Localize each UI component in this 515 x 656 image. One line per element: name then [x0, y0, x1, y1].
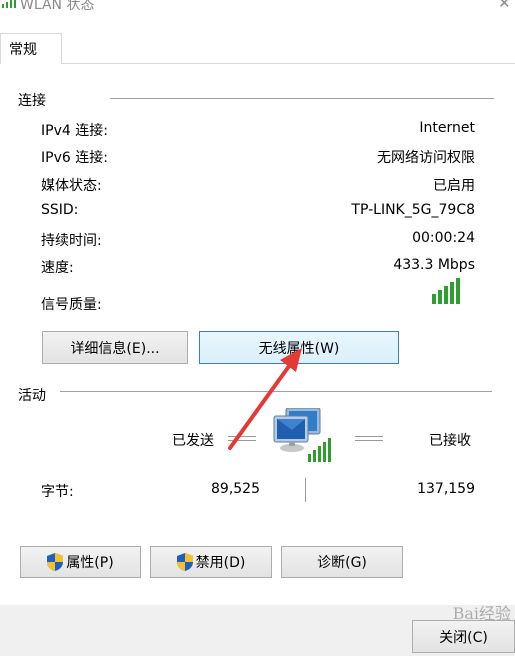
bytes-sent-value: 89,525	[211, 481, 260, 497]
bytes-label: 字节:	[41, 484, 74, 500]
connection-divider	[110, 98, 494, 99]
watermark-logo: Bai经验	[452, 604, 511, 623]
media-state-label: 媒体状态:	[41, 178, 102, 194]
received-label: 已接收	[429, 433, 471, 449]
annotation-arrow-icon	[228, 348, 302, 450]
ipv4-value: Internet	[419, 120, 475, 136]
tab-general-label: 常规	[9, 42, 37, 58]
properties-button[interactable]: 属性(P)	[20, 546, 141, 578]
disable-button[interactable]: 禁用(D)	[150, 546, 272, 578]
bytes-received-value: 137,159	[417, 481, 475, 497]
signal-strength-icon	[432, 278, 460, 304]
close-window-icon[interactable]: ✕	[498, 0, 511, 12]
ipv4-label: IPv4 连接:	[41, 123, 108, 139]
close-button[interactable]: 关闭(C)	[412, 620, 515, 653]
signal-quality-label: 信号质量:	[41, 297, 102, 313]
sent-label: 已发送	[172, 433, 214, 449]
ipv6-value: 无网络访问权限	[377, 150, 475, 166]
connection-group-label: 连接	[18, 93, 46, 109]
ipv6-label: IPv6 连接:	[41, 150, 108, 166]
uac-shield-icon	[47, 553, 64, 571]
wlan-status-icon	[2, 0, 16, 8]
ssid-label: SSID:	[41, 202, 79, 218]
speed-label: 速度:	[41, 260, 74, 276]
ssid-value: TP-LINK_5G_79C8	[351, 202, 475, 218]
received-line	[355, 436, 383, 441]
activity-group-label: 活动	[18, 388, 46, 404]
uac-shield-icon	[176, 553, 193, 571]
properties-button-label: 属性(P)	[66, 555, 114, 571]
disable-button-label: 禁用(D)	[195, 555, 246, 571]
bytes-divider	[305, 478, 306, 502]
speed-value: 433.3 Mbps	[393, 257, 475, 273]
details-button[interactable]: 详细信息(E)...	[42, 331, 188, 364]
diagnose-button[interactable]: 诊断(G)	[281, 546, 403, 578]
duration-label: 持续时间:	[41, 233, 102, 249]
duration-value: 00:00:24	[412, 230, 475, 246]
window-title: WLAN 状态	[20, 0, 95, 13]
media-state-value: 已启用	[433, 178, 475, 194]
